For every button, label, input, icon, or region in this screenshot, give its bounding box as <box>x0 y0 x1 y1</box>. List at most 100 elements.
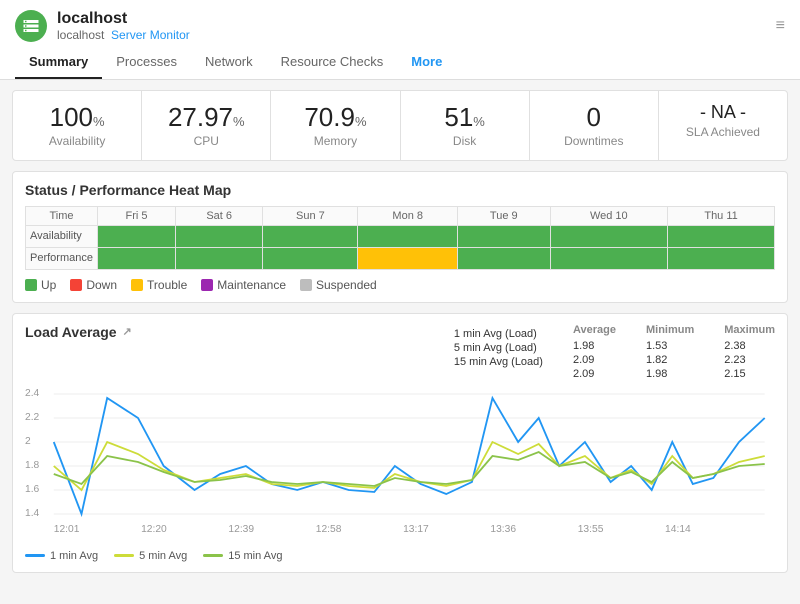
server-monitor-link[interactable]: Server Monitor <box>111 28 190 42</box>
heatmap-legend: Up Down Trouble Maintenance Suspended <box>25 278 775 292</box>
heatmap-table: Time Fri 5 Sat 6 Sun 7 Mon 8 Tue 9 Wed 1… <box>25 206 775 270</box>
downtimes-value: 0 <box>538 103 650 132</box>
heatmap-col-thu11: Thu 11 <box>668 206 775 225</box>
tab-network[interactable]: Network <box>191 46 267 79</box>
sla-value: - NA - <box>667 103 779 123</box>
heatmap-col-wed10: Wed 10 <box>550 206 668 225</box>
disk-label: Disk <box>409 134 521 148</box>
legend-down: Down <box>70 278 117 292</box>
svg-text:13:17: 13:17 <box>403 524 429 535</box>
legend-5min: 5 min Avg <box>114 550 187 562</box>
legend-1min-line <box>25 554 45 557</box>
svg-text:2.2: 2.2 <box>25 412 40 423</box>
heatmap-col-sat6: Sat 6 <box>176 206 263 225</box>
availability-value: 100% <box>21 103 133 132</box>
tab-summary[interactable]: Summary <box>15 46 102 79</box>
server-sub: localhost Server Monitor <box>57 28 766 42</box>
external-link-icon[interactable]: ↗ <box>123 325 132 338</box>
stat-label-1min: 1 min Avg (Load) <box>454 328 543 340</box>
svg-text:12:01: 12:01 <box>54 524 80 535</box>
metric-disk: 51% Disk <box>401 91 530 160</box>
heatmap-cell <box>176 225 263 247</box>
heatmap-cell <box>668 247 775 269</box>
heatmap-cell <box>97 247 175 269</box>
svg-text:1.8: 1.8 <box>25 460 40 471</box>
main-content: 100% Availability 27.97% CPU 70.9% Memor… <box>0 80 800 604</box>
legend-down-dot <box>70 279 82 291</box>
menu-icon[interactable]: ≡ <box>776 17 785 35</box>
stat-maximums: Maximum 2.38 2.23 2.15 <box>724 324 775 380</box>
metric-memory: 70.9% Memory <box>271 91 400 160</box>
heatmap-cell <box>458 225 550 247</box>
cpu-label: CPU <box>150 134 262 148</box>
svg-text:2: 2 <box>25 436 31 447</box>
svg-text:1.6: 1.6 <box>25 484 40 495</box>
memory-value: 70.9% <box>279 103 391 132</box>
heatmap-cell <box>550 225 668 247</box>
disk-value: 51% <box>409 103 521 132</box>
heatmap-title: Status / Performance Heat Map <box>25 182 775 198</box>
downtimes-label: Downtimes <box>538 134 650 148</box>
legend-suspended: Suspended <box>300 278 377 292</box>
chart-header: Load Average ↗ 1 min Avg (Load) 5 min Av… <box>25 324 775 380</box>
svg-text:14:14: 14:14 <box>665 524 691 535</box>
heatmap-cell <box>97 225 175 247</box>
heatmap-col-tue9: Tue 9 <box>458 206 550 225</box>
memory-label: Memory <box>279 134 391 148</box>
tab-more[interactable]: More <box>397 46 456 79</box>
heatmap-cell <box>550 247 668 269</box>
load-chart-svg: 2.4 2.2 2 1.8 1.6 1.4 12:01 12:20 12:39 … <box>25 384 775 544</box>
heatmap-section: Status / Performance Heat Map Time Fri 5… <box>12 171 788 303</box>
heatmap-label-availability: Availability <box>26 225 98 247</box>
heatmap-cell <box>176 247 263 269</box>
metric-availability: 100% Availability <box>13 91 142 160</box>
nav-tabs: Summary Processes Network Resource Check… <box>15 46 785 79</box>
legend-suspended-dot <box>300 279 312 291</box>
svg-text:2.4: 2.4 <box>25 388 40 399</box>
server-name: localhost <box>57 10 766 28</box>
metrics-bar: 100% Availability 27.97% CPU 70.9% Memor… <box>12 90 788 161</box>
heatmap-row-availability: Availability <box>26 225 775 247</box>
svg-text:13:36: 13:36 <box>490 524 516 535</box>
cpu-value: 27.97% <box>150 103 262 132</box>
legend-trouble-dot <box>131 279 143 291</box>
heatmap-cell <box>358 225 458 247</box>
stat-averages: Average 1.98 2.09 2.09 <box>573 324 616 380</box>
heatmap-col-mon8: Mon 8 <box>358 206 458 225</box>
svg-text:12:58: 12:58 <box>316 524 342 535</box>
chart-stats: 1 min Avg (Load) 5 min Avg (Load) 15 min… <box>454 324 775 380</box>
heatmap-cell <box>263 225 358 247</box>
legend-up: Up <box>25 278 56 292</box>
page-header: localhost localhost Server Monitor ≡ Sum… <box>0 0 800 80</box>
heatmap-label-performance: Performance <box>26 247 98 269</box>
heatmap-col-time: Time <box>26 206 98 225</box>
server-info: localhost localhost Server Monitor <box>57 10 766 42</box>
tab-processes[interactable]: Processes <box>102 46 191 79</box>
heatmap-cell-trouble <box>358 247 458 269</box>
stat-minimums: Minimum 1.53 1.82 1.98 <box>646 324 694 380</box>
server-icon <box>15 10 47 42</box>
legend-5min-line <box>114 554 134 557</box>
heatmap-cell <box>263 247 358 269</box>
heatmap-cell <box>458 247 550 269</box>
metric-cpu: 27.97% CPU <box>142 91 271 160</box>
legend-up-dot <box>25 279 37 291</box>
metric-sla: - NA - SLA Achieved <box>659 91 787 160</box>
svg-text:13:55: 13:55 <box>578 524 604 535</box>
legend-15min: 15 min Avg <box>203 550 282 562</box>
heatmap-col-sun7: Sun 7 <box>263 206 358 225</box>
heatmap-row-performance: Performance <box>26 247 775 269</box>
svg-text:12:20: 12:20 <box>141 524 167 535</box>
chart-title: Load Average ↗ <box>25 324 132 340</box>
svg-text:12:39: 12:39 <box>228 524 254 535</box>
availability-label: Availability <box>21 134 133 148</box>
tab-resource-checks[interactable]: Resource Checks <box>267 46 398 79</box>
heatmap-cell <box>668 225 775 247</box>
heatmap-col-fri5: Fri 5 <box>97 206 175 225</box>
legend-maintenance-dot <box>201 279 213 291</box>
legend-maintenance: Maintenance <box>201 278 286 292</box>
stat-labels: 1 min Avg (Load) 5 min Avg (Load) 15 min… <box>454 324 543 380</box>
stat-label-5min: 5 min Avg (Load) <box>454 342 543 354</box>
legend-trouble: Trouble <box>131 278 187 292</box>
legend-1min: 1 min Avg <box>25 550 98 562</box>
